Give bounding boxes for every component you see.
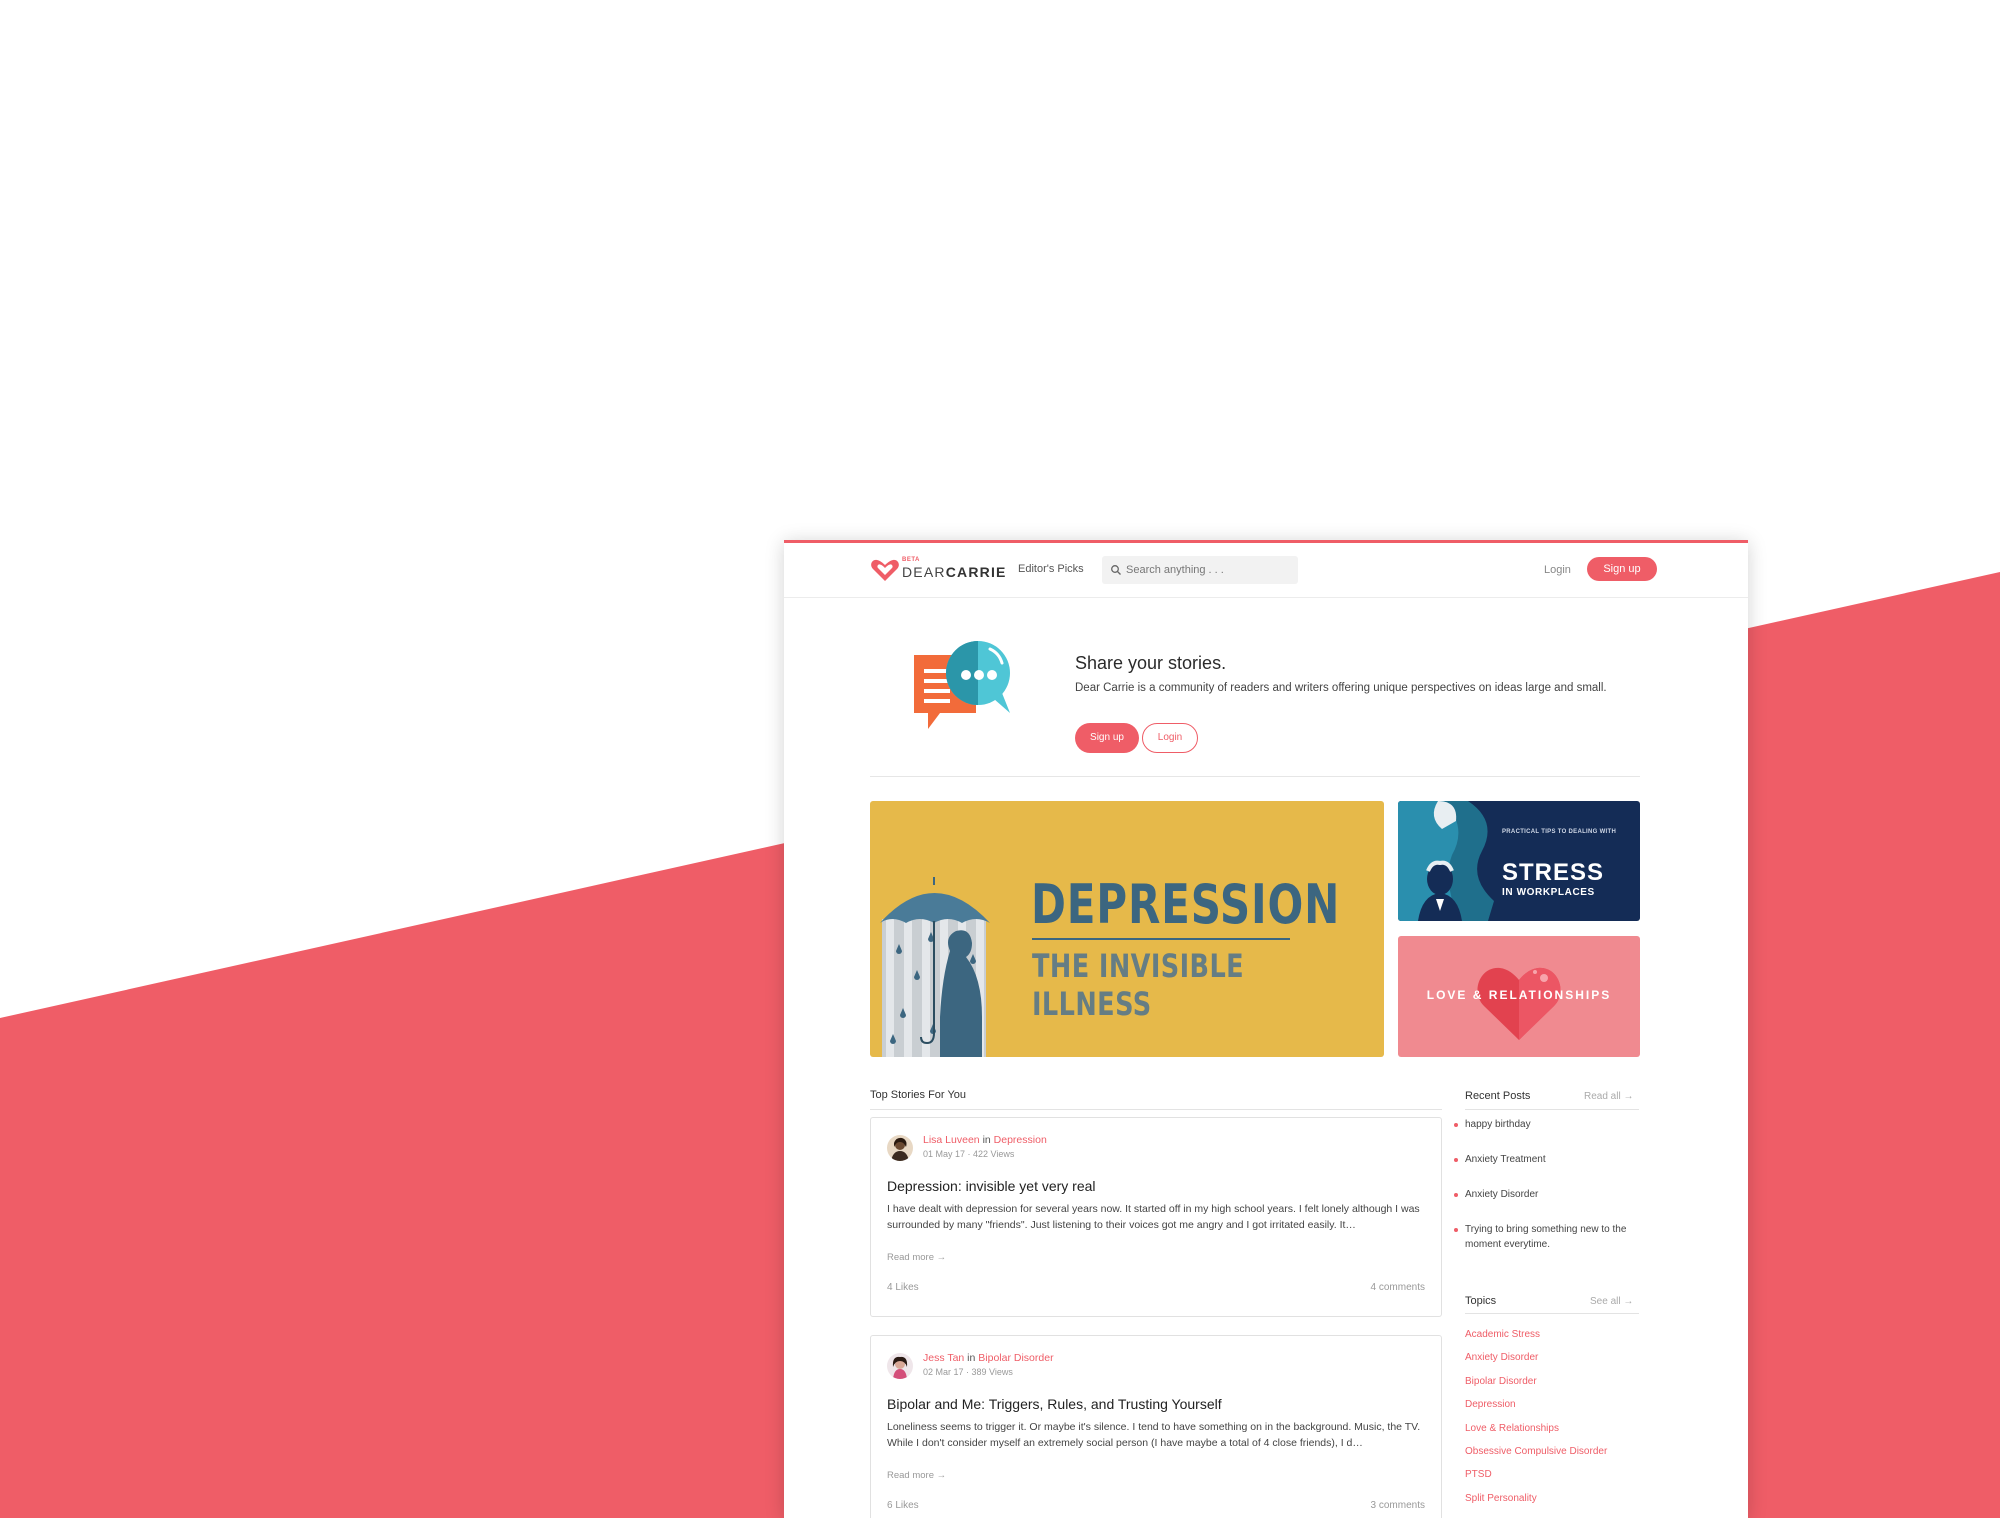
story-excerpt: Loneliness seems to trigger it. Or maybe… [887,1421,1421,1449]
brand-logo[interactable]: BETA DEARCARRIE [870,557,1005,583]
story-title[interactable]: Depression: invisible yet very real [887,1178,1096,1194]
nav-signup-button[interactable]: Sign up [1587,557,1657,581]
banner-stress-subtitle: IN WORKPLACES [1502,887,1595,898]
story-read-more-link[interactable]: Read more → [887,1470,946,1481]
brand-name-bold: CARRIE [945,564,1007,580]
recent-post-item[interactable]: happy birthday [1454,1117,1635,1132]
search-bar[interactable]: Search anything . . . [1102,556,1298,584]
story-excerpt: I have dealt with depression for several… [887,1203,1420,1231]
nav-login-link[interactable]: Login [1544,564,1571,576]
recent-post-label: Anxiety Disorder [1465,1189,1539,1200]
bullet-dot-icon [1454,1158,1458,1162]
topic-link[interactable]: Split Personality [1465,1493,1537,1504]
story-card[interactable]: Jess Tan in Bipolar Disorder 02 Mar 17 ·… [870,1335,1442,1518]
topic-link[interactable]: Anxiety Disorder [1465,1352,1538,1363]
story-meta: 02 Mar 17 · 389 Views [923,1367,1013,1377]
banner-depression[interactable]: DEPRESSION THE INVISIBLE ILLNESS [870,801,1384,1057]
recent-posts-read-all-link[interactable]: Read all → [1584,1091,1633,1102]
bullet-dot-icon [1454,1228,1458,1232]
recent-post-item[interactable]: Anxiety Treatment [1454,1152,1635,1167]
topic-link[interactable]: Love & Relationships [1465,1423,1559,1434]
banner-stress[interactable]: PRACTICAL TIPS TO DEALING WITH STRESS IN… [1398,801,1640,921]
hero-description: Dear Carrie is a community of readers an… [1075,682,1607,694]
recent-post-label: happy birthday [1465,1119,1531,1130]
story-likes[interactable]: 6 Likes [887,1500,919,1511]
story-comments[interactable]: 4 comments [1371,1282,1425,1293]
banner-stress-title: STRESS [1502,859,1605,886]
hero-title: Share your stories. [1075,653,1227,673]
search-icon [1111,565,1121,575]
avatar-lisa-image [887,1135,913,1161]
recent-posts-heading: Recent Posts [1465,1090,1531,1102]
topic-link[interactable]: Academic Stress [1465,1329,1540,1340]
story-title[interactable]: Bipolar and Me: Triggers, Rules, and Tru… [887,1396,1222,1412]
recent-post-item[interactable]: Anxiety Disorder [1454,1187,1635,1202]
topic-link[interactable]: Bipolar Disorder [1465,1376,1537,1387]
banner-stress-kicker: PRACTICAL TIPS TO DEALING WITH [1502,829,1617,835]
avatar[interactable] [887,1135,913,1161]
topics-see-all-link[interactable]: See all → [1590,1296,1633,1307]
story-topic-link[interactable]: Bipolar Disorder [978,1352,1053,1364]
bullet-dot-icon [1454,1123,1458,1127]
top-nav: BETA DEARCARRIE Editor's Picks Search an… [784,543,1748,598]
story-byline-in: in [982,1134,991,1146]
recent-post-item[interactable]: Trying to bring something new to the mom… [1454,1222,1635,1252]
topics-rule [1465,1313,1639,1314]
topic-link[interactable]: Obsessive Compulsive Disorder [1465,1446,1607,1457]
bullet-dot-icon [1454,1193,1458,1197]
recent-post-label: Anxiety Treatment [1465,1154,1546,1165]
story-meta: 01 May 17 · 422 Views [923,1149,1015,1159]
topic-link[interactable]: Depression [1465,1399,1516,1410]
story-read-more-link[interactable]: Read more → [887,1252,946,1263]
brand-name: DEARCARRIE [902,564,1007,580]
banner-depression-title: DEPRESSION [1031,873,1341,936]
story-likes[interactable]: 4 Likes [887,1282,919,1293]
topic-link[interactable]: PTSD [1465,1469,1492,1480]
topics-heading: Topics [1465,1295,1497,1307]
story-byline-in: in [967,1352,976,1364]
brand-name-light: DEAR [902,564,946,580]
hero-login-button[interactable]: Login [1142,723,1198,753]
story-comments[interactable]: 3 comments [1371,1500,1425,1511]
hero-signup-button[interactable]: Sign up [1075,723,1139,753]
banner-love-title: LOVE & RELATIONSHIPS [1426,988,1612,1002]
banner-depression-rule [1032,938,1290,940]
banner-love-relationships[interactable]: LOVE & RELATIONSHIPS [1398,936,1640,1057]
nav-editors-picks[interactable]: Editor's Picks [1018,563,1084,575]
hero-divider [870,776,1640,777]
top-stories-heading: Top Stories For You [870,1089,967,1101]
recent-post-label: Trying to bring something new to the mom… [1465,1224,1627,1250]
avatar[interactable] [887,1353,913,1379]
story-byline: Lisa Luveen in Depression [923,1134,1047,1146]
chat-bubbles-icon [914,641,1010,729]
story-author-link[interactable]: Lisa Luveen [923,1134,980,1146]
story-author-link[interactable]: Jess Tan [923,1352,964,1364]
beta-label: BETA [902,557,920,563]
umbrella-illustration [880,877,990,1057]
website-mockup: BETA DEARCARRIE Editor's Picks Search an… [784,540,1748,1518]
top-stories-rule [870,1109,1442,1110]
story-topic-link[interactable]: Depression [994,1134,1047,1146]
banner-depression-subtitle: THE INVISIBLE ILLNESS [1032,947,1245,1023]
story-byline: Jess Tan in Bipolar Disorder [923,1352,1054,1364]
story-card[interactable]: Lisa Luveen in Depression 01 May 17 · 42… [870,1117,1442,1317]
recent-posts-rule [1465,1109,1639,1110]
avatar-jess-image [887,1353,913,1379]
search-input[interactable]: Search anything . . . [1126,564,1224,576]
heart-logo-icon [871,559,899,581]
